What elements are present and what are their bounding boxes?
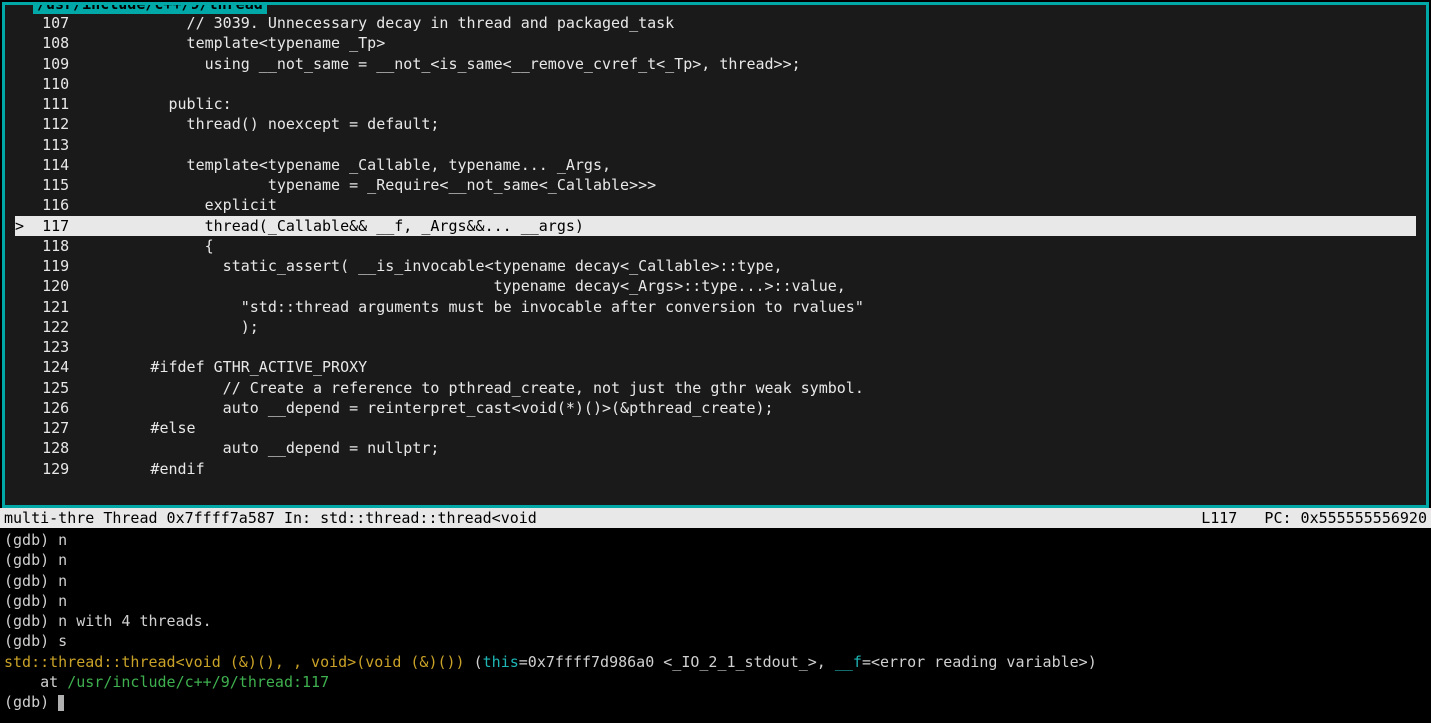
source-listing: 107 // 3039. Unnecessary decay in thread… <box>5 5 1426 485</box>
source-line: 123 <box>15 337 1416 357</box>
console-line: (gdb) n <box>4 530 1427 550</box>
cursor <box>58 695 63 712</box>
console-line: (gdb) n <box>4 591 1427 611</box>
source-line: 126 auto __depend = reinterpret_cast<voi… <box>15 398 1416 418</box>
source-line: 129 #endif <box>15 459 1416 479</box>
source-line: 112 thread() noexcept = default; <box>15 114 1416 134</box>
source-line: 111 public: <box>15 94 1416 114</box>
source-line: 115 typename = _Require<__not_same<_Call… <box>15 175 1416 195</box>
status-right: L117 PC: 0x555555556920 <box>1201 508 1427 528</box>
source-line: >117 thread(_Callable&& __f, _Args&&... … <box>15 216 1416 236</box>
frame-location: at /usr/include/c++/9/thread:117 <box>4 672 1427 692</box>
console-line: (gdb) n <box>4 550 1427 570</box>
gdb-prompt[interactable]: (gdb) <box>4 692 1427 712</box>
status-left: multi-thre Thread 0x7ffff7a587 In: std::… <box>4 508 537 528</box>
source-line: 109 using __not_same = __not_<is_same<__… <box>15 54 1416 74</box>
source-line: 119 static_assert( __is_invocable<typena… <box>15 256 1416 276</box>
source-line: 110 <box>15 74 1416 94</box>
frame-line: std::thread::thread<void (&)(), , void>(… <box>4 652 1427 672</box>
source-line: 120 typename decay<_Args>::type...>::val… <box>15 276 1416 296</box>
source-line: 122 ); <box>15 317 1416 337</box>
source-line: 114 template<typename _Callable, typenam… <box>15 155 1416 175</box>
console-line: (gdb) s <box>4 631 1427 651</box>
source-window[interactable]: /usr/include/c++/9/thread 107 // 3039. U… <box>2 2 1429 508</box>
source-line: 118 { <box>15 236 1416 256</box>
source-line: 127 #else <box>15 418 1416 438</box>
source-line: 107 // 3039. Unnecessary decay in thread… <box>15 13 1416 33</box>
source-line: 108 template<typename _Tp> <box>15 33 1416 53</box>
source-line: 124 #ifdef GTHR_ACTIVE_PROXY <box>15 357 1416 377</box>
source-line: 121 "std::thread arguments must be invoc… <box>15 297 1416 317</box>
source-line: 128 auto __depend = nullptr; <box>15 438 1416 458</box>
source-path: /usr/include/c++/9/thread <box>33 2 267 14</box>
status-bar: multi-thre Thread 0x7ffff7a587 In: std::… <box>0 508 1431 528</box>
source-line: 125 // Create a reference to pthread_cre… <box>15 378 1416 398</box>
source-line: 113 <box>15 135 1416 155</box>
gdb-console[interactable]: (gdb) n(gdb) n(gdb) n(gdb) n(gdb) n with… <box>0 528 1431 716</box>
console-line: (gdb) n <box>4 571 1427 591</box>
console-line: (gdb) n with 4 threads. <box>4 611 1427 631</box>
source-line: 116 explicit <box>15 195 1416 215</box>
